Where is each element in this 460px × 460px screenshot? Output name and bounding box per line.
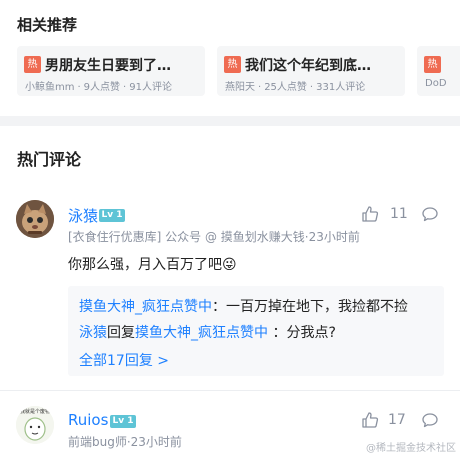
- like-count: 17: [388, 412, 406, 428]
- thumbs-up-icon: [362, 206, 379, 222]
- related-card-title[interactable]: 我们这个年纪到底…: [245, 55, 400, 75]
- comment-bubble-icon: [422, 207, 438, 222]
- comment-divider: [0, 390, 460, 391]
- level-badge: Lv 1: [110, 415, 136, 428]
- reply-target[interactable]: 摸鱼大神_疯狂点赞中: [135, 325, 268, 341]
- card-comments: 331人评论: [316, 82, 366, 93]
- hot-comments-section: 热门评论 泳猿 Lv 1 [衣食住行优惠库] 公众号 @ 摸鱼划水赚大钱·23小…: [0, 126, 460, 460]
- reply-item: 摸鱼大神_疯狂点赞中：一百万掉在地下，我捡都不捡: [79, 296, 408, 316]
- card-comments: 91人评论: [129, 82, 172, 93]
- hot-badge: 热: [24, 56, 41, 73]
- related-card-meta: 燕阳天 · 25人点赞 · 331人评论: [225, 82, 366, 93]
- comment-username[interactable]: 泳猿: [68, 205, 98, 226]
- hot-badge: 热: [424, 56, 441, 73]
- reply-box: 摸鱼大神_疯狂点赞中：一百万掉在地下，我捡都不捡 泳猿回复摸鱼大神_疯狂点赞中 …: [68, 286, 444, 376]
- related-title: 相关推荐: [17, 16, 78, 34]
- card-likes: 25人点赞: [264, 82, 307, 93]
- avatar-caption: 我就是个废物: [19, 409, 50, 415]
- related-card[interactable]: 热 男朋友生日要到了… 小鲸鱼mm · 9人点赞 · 91人评论: [17, 46, 205, 96]
- avatar[interactable]: 我就是个废物: [16, 406, 54, 444]
- related-card[interactable]: 热 DoD: [417, 46, 460, 96]
- reply-item: 泳猿回复摸鱼大神_疯狂点赞中 ：分我点?: [79, 322, 336, 342]
- wink-emoji-icon: 😜: [222, 257, 237, 273]
- like-count: 11: [390, 206, 408, 222]
- reply-text: ：分我点?: [268, 325, 336, 341]
- reply-author[interactable]: 摸鱼大神_疯狂点赞中: [79, 299, 212, 315]
- like-button[interactable]: [361, 411, 379, 433]
- related-card-title[interactable]: 男朋友生日要到了…: [45, 55, 200, 75]
- reply-button[interactable]: [421, 205, 439, 227]
- related-card-meta: 小鲸鱼mm · 9人点赞 · 91人评论: [25, 82, 172, 93]
- related-section: 相关推荐 热 男朋友生日要到了… 小鲸鱼mm · 9人点赞 · 91人评论 热 我们这个…: [0, 0, 460, 116]
- level-badge: Lv 1: [99, 209, 125, 222]
- hot-badge: 热: [224, 56, 241, 73]
- avatar[interactable]: [16, 200, 54, 238]
- section-divider: [0, 116, 460, 126]
- all-replies-link[interactable]: 全部17回复 >: [79, 350, 169, 370]
- comment-meta: [衣食住行优惠库] 公众号 @ 摸鱼划水赚大钱·23小时前: [68, 230, 360, 244]
- like-button[interactable]: [361, 205, 379, 227]
- comment-bubble-icon: [422, 413, 438, 428]
- hot-comments-title: 热门评论: [17, 150, 82, 169]
- watermark: @稀土掘金技术社区: [366, 443, 456, 454]
- card-author: 燕阳天: [225, 82, 255, 93]
- related-card-meta: DoD: [425, 78, 447, 89]
- card-author: DoD: [425, 78, 447, 89]
- card-author: 小鲸鱼mm: [25, 82, 75, 93]
- reply-text: ：一百万掉在地下，我捡都不捡: [212, 299, 408, 315]
- cat-avatar-icon: [16, 200, 54, 238]
- comment-text: 你那么强，月入百万了吧😜: [68, 257, 237, 273]
- comment-username[interactable]: Ruios: [68, 411, 108, 429]
- reply-author[interactable]: 泳猿: [79, 325, 107, 341]
- comment-meta: 前端bug师·23小时前: [68, 435, 182, 449]
- thumbs-up-icon: [362, 412, 379, 428]
- related-card[interactable]: 热 我们这个年纪到底… 燕阳天 · 25人点赞 · 331人评论: [217, 46, 405, 96]
- card-likes: 9人点赞: [83, 82, 121, 93]
- reply-button[interactable]: [421, 411, 439, 433]
- reply-action: 回复: [107, 325, 135, 341]
